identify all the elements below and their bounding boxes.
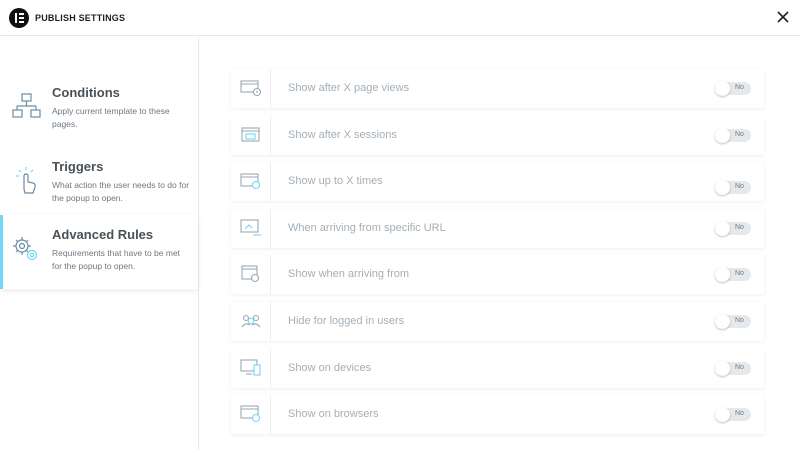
toggle-text: No [735, 410, 744, 417]
toggle-text: No [735, 364, 744, 371]
rule-label: Show up to X times [288, 175, 383, 187]
sidebar-item-conditions[interactable]: Conditions Apply current template to the… [0, 73, 198, 147]
rule-row-arriving-from: Show when arriving from No [231, 255, 764, 294]
rule-toggle[interactable]: No [715, 407, 751, 422]
rule-label: Show after X sessions [288, 129, 397, 141]
sidebar-item-description: Apply current template to these pages. [52, 106, 170, 129]
rule-row-devices: Show on devices No [231, 349, 764, 388]
page-views-icon [231, 69, 271, 108]
modal-title: PUBLISH SETTINGS [35, 13, 126, 23]
rule-toggle[interactable]: No [715, 81, 751, 96]
rule-row-browsers: Show on browsers No [231, 395, 764, 434]
sessions-icon [231, 116, 271, 155]
elementor-logo-icon [9, 8, 29, 28]
sidebar-item-title: Triggers [52, 159, 104, 174]
rule-label: Hide for logged in users [288, 315, 405, 327]
devices-icon [231, 349, 271, 388]
toggle-text: No [735, 317, 744, 324]
url-icon [231, 209, 271, 248]
browsers-icon [231, 395, 271, 434]
times-icon [231, 162, 271, 201]
sitemap-icon [10, 91, 42, 123]
rule-toggle[interactable]: No [715, 221, 751, 236]
rule-row-page-views: Show after X page views No [231, 69, 764, 108]
arriving-from-icon [231, 255, 271, 294]
advanced-rules-panel: Show after X page views No Show after X … [199, 37, 800, 450]
toggle-text: No [735, 183, 744, 190]
sidebar-item-triggers[interactable]: Triggers What action the user needs to d… [0, 147, 198, 221]
rule-label: When arriving from specific URL [288, 222, 446, 234]
gears-icon [10, 233, 42, 265]
sidebar-item-description: Requirements that have to be met for the… [52, 248, 181, 271]
rule-toggle[interactable]: No [715, 314, 751, 329]
sidebar-item-title: Advanced Rules [52, 227, 154, 242]
pointer-icon [10, 165, 42, 197]
rule-label: Show on browsers [288, 408, 379, 420]
rule-toggle[interactable]: No [715, 267, 751, 282]
users-icon [231, 302, 271, 341]
rule-toggle[interactable]: No [715, 361, 751, 376]
rule-row-logged-in-users: Hide for logged in users No [231, 302, 764, 341]
rule-row-sessions: Show after X sessions No [231, 116, 764, 155]
close-icon[interactable] [776, 10, 790, 24]
rule-row-specific-url: When arriving from specific URL No [231, 209, 764, 248]
sidebar-item-description: What action the user needs to do for the… [52, 180, 190, 203]
sidebar-item-title: Conditions [52, 85, 120, 100]
rule-row-times: Show up to X times No [231, 162, 764, 201]
settings-sidebar: Conditions Apply current template to the… [0, 37, 199, 450]
rule-toggle[interactable]: No [715, 180, 751, 195]
toggle-text: No [735, 84, 744, 91]
toggle-text: No [735, 270, 744, 277]
rule-label: Show after X page views [288, 82, 410, 94]
rule-label: Show on devices [288, 362, 372, 374]
rule-label: Show when arriving from [288, 268, 410, 280]
rule-toggle[interactable]: No [715, 128, 751, 143]
toggle-text: No [735, 131, 744, 138]
sidebar-item-advanced-rules[interactable]: Advanced Rules Requirements that have to… [0, 215, 198, 289]
toggle-text: No [735, 224, 744, 231]
modal-header: PUBLISH SETTINGS [0, 0, 800, 36]
